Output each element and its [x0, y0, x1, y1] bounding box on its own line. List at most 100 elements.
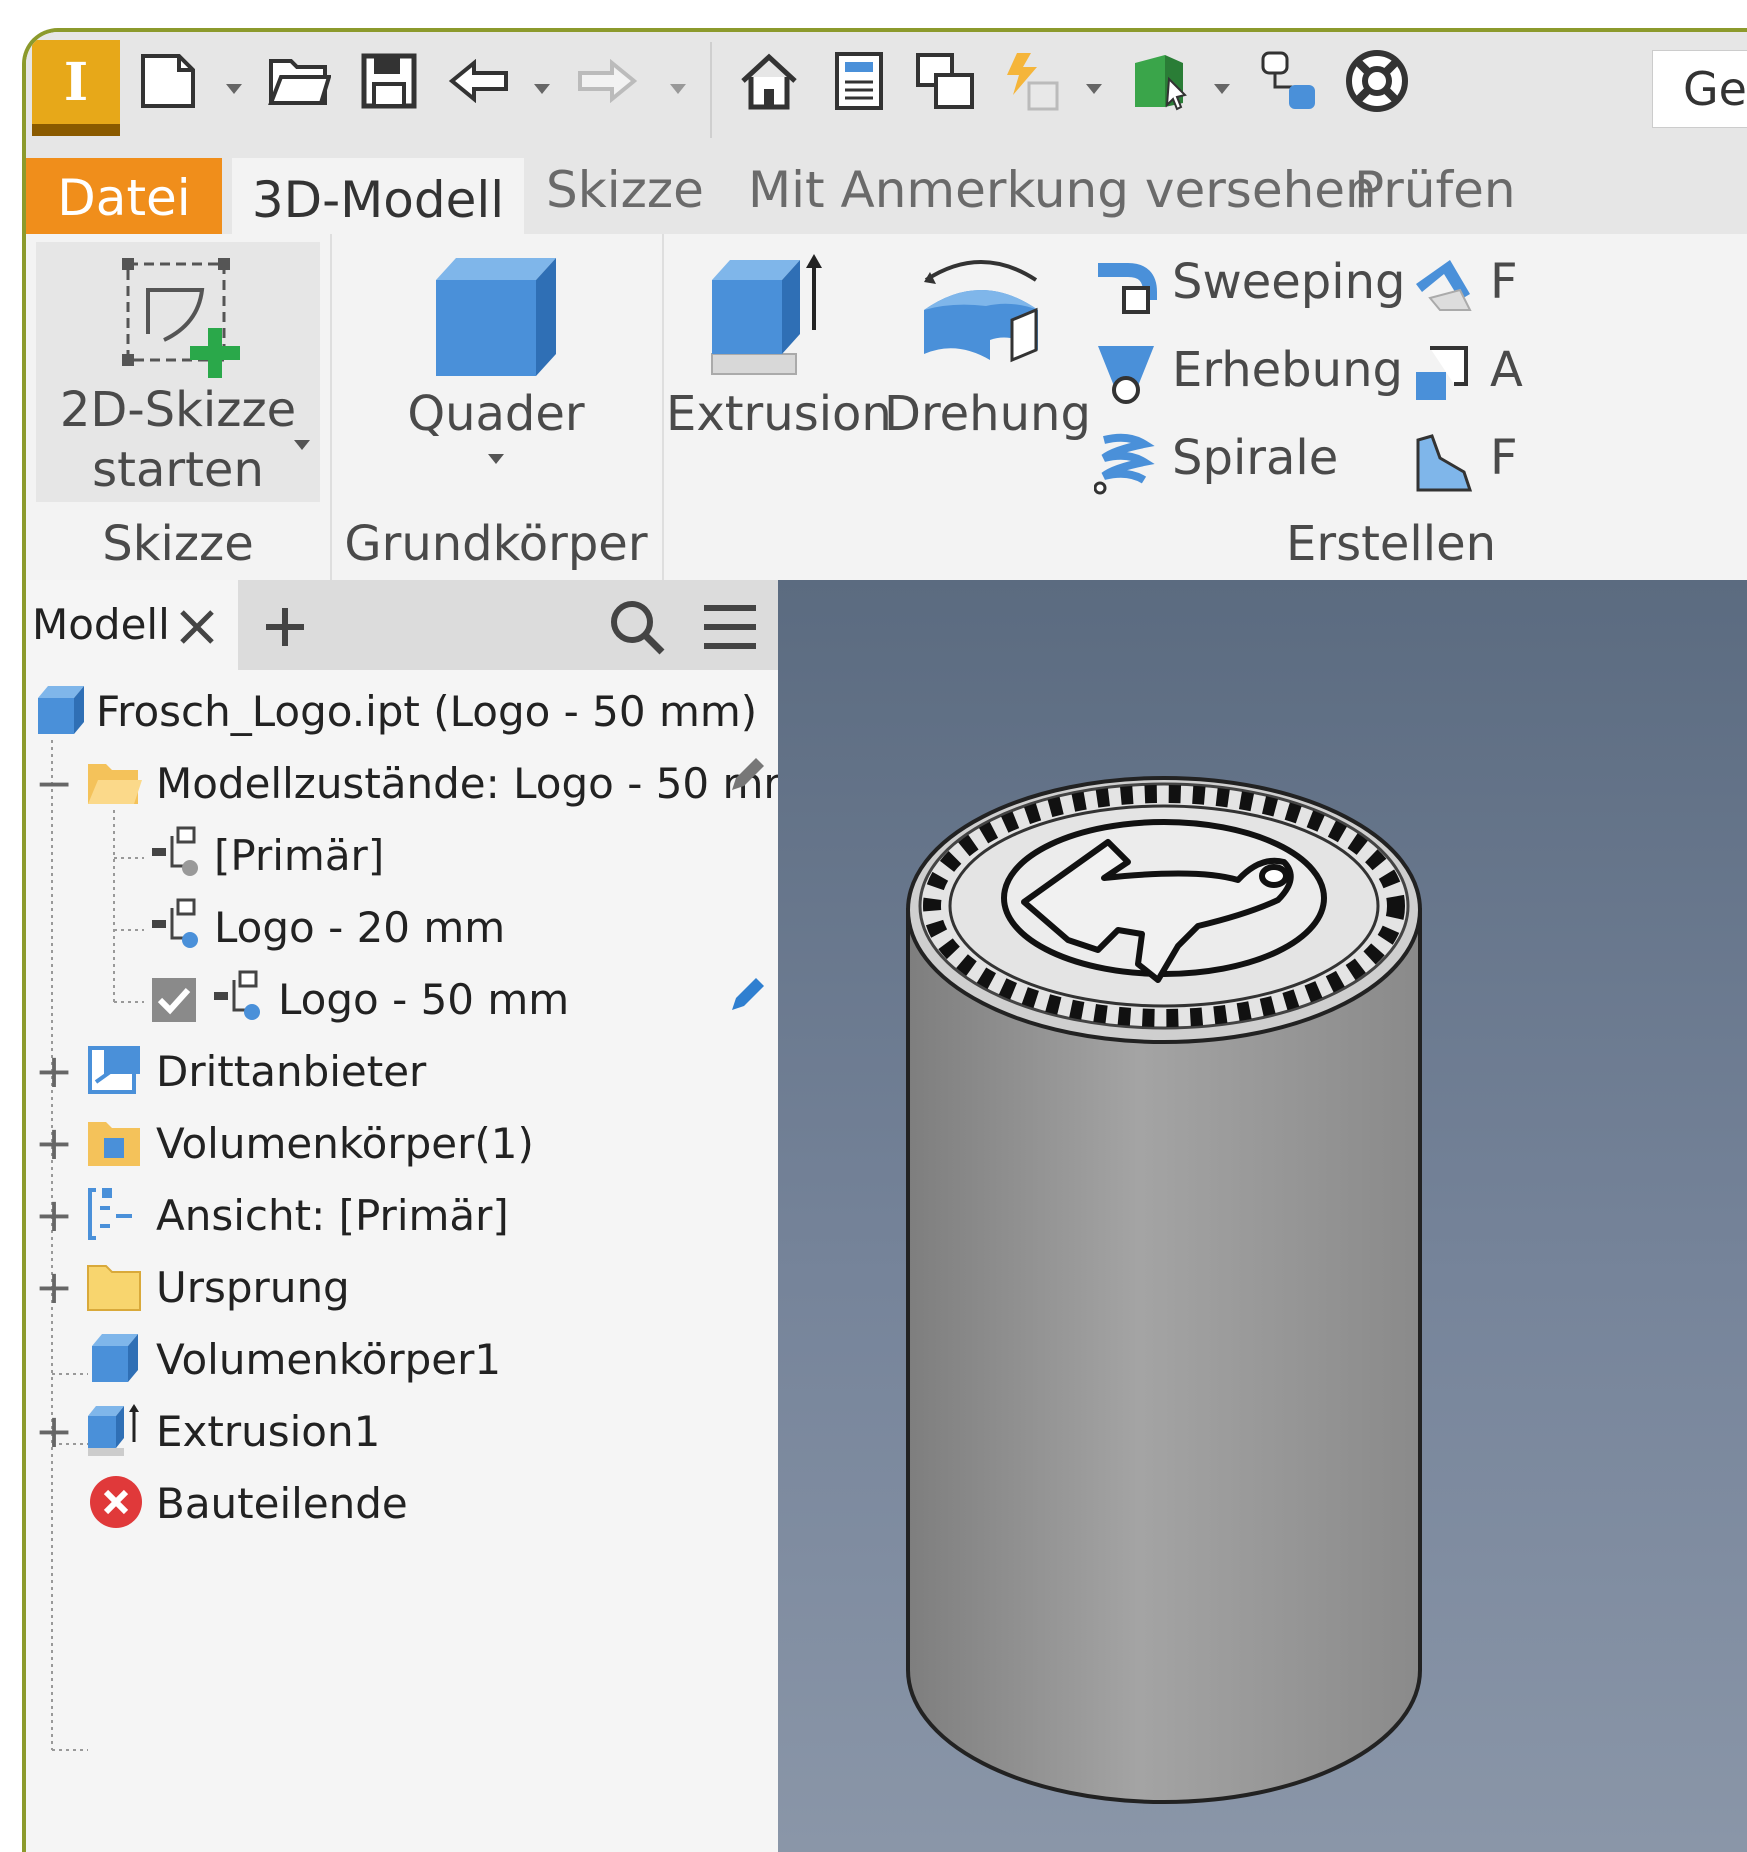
- expand-icon[interactable]: +: [34, 1188, 74, 1242]
- coil-button[interactable]: Spirale: [1090, 424, 1390, 500]
- tree-item-solid-body-1[interactable]: Volumenkörper1: [26, 1324, 778, 1394]
- app-logo-button[interactable]: I: [32, 40, 120, 136]
- sketch-icon: [122, 258, 240, 378]
- new-file-icon[interactable]: [136, 48, 202, 114]
- tab-3d-modell[interactable]: 3D-Modell: [232, 158, 524, 238]
- edit-pencil-icon[interactable]: [726, 756, 766, 796]
- derive-icon: [1416, 346, 1468, 400]
- tab-datei[interactable]: Datei: [26, 158, 222, 234]
- rib-button[interactable]: F: [1410, 248, 1560, 324]
- group-label-erstellen: Erstellen: [1286, 516, 1497, 572]
- tree-item-extrusion-1[interactable]: + Extrusion1: [26, 1396, 778, 1466]
- sweep-label: Sweeping: [1172, 254, 1406, 310]
- tree-item-label: Logo - 50 mm: [278, 974, 570, 1024]
- properties-icon[interactable]: [826, 48, 892, 114]
- view-rep-icon: [88, 1188, 132, 1240]
- revolve-icon: [924, 260, 1038, 363]
- expand-icon[interactable]: +: [34, 1044, 74, 1098]
- tree-item-primary-state[interactable]: [Primär]: [26, 820, 778, 890]
- tree-item-logo-50[interactable]: Logo - 50 mm: [26, 964, 778, 1034]
- tree-item-origin[interactable]: + Ursprung: [26, 1252, 778, 1322]
- start-2d-sketch-label-2: starten: [92, 442, 264, 498]
- tab-skizze[interactable]: Skizze: [546, 146, 704, 234]
- tree-item-label: Volumenkörper1: [156, 1334, 502, 1384]
- stamp-3d-model: [906, 776, 1422, 1804]
- help-icon[interactable]: [1344, 48, 1410, 114]
- model-state-node-icon: [152, 826, 198, 876]
- box-dropdown-icon[interactable]: [486, 452, 506, 466]
- coil-icon: [1094, 433, 1155, 495]
- tab-mit-anmerkung-versehen[interactable]: Mit Anmerkung versehen: [748, 146, 1377, 234]
- model-state-dropdown-icon[interactable]: [1084, 82, 1104, 96]
- extrusion-icon: [711, 254, 822, 375]
- part-icon: [38, 686, 84, 734]
- model-state-node-icon: [152, 898, 198, 948]
- tree-item-label: Frosch_Logo.ipt (Logo - 50 mm): [96, 686, 758, 736]
- new-dropdown-icon[interactable]: [224, 82, 244, 96]
- sweep-button[interactable]: Sweeping: [1090, 248, 1405, 324]
- tab-pruefen[interactable]: Prüfen: [1354, 146, 1516, 234]
- sketch-dropdown-icon[interactable]: [292, 438, 312, 452]
- tree-item-solid-bodies[interactable]: + Volumenkörper(1): [26, 1108, 778, 1178]
- redo-icon[interactable]: [574, 48, 640, 114]
- appearance-icon[interactable]: [1128, 48, 1194, 114]
- patch-label: F: [1490, 430, 1518, 486]
- box-label: Quader: [407, 386, 585, 442]
- solid-body-icon: [92, 1334, 138, 1382]
- third-party-icon: [88, 1046, 140, 1094]
- expand-icon[interactable]: +: [34, 1116, 74, 1170]
- loft-button[interactable]: Erhebung: [1090, 336, 1403, 412]
- end-of-part-icon: [90, 1476, 142, 1528]
- group-label-grundkoerper: Grundkörper: [344, 516, 648, 572]
- undo-icon[interactable]: [446, 48, 512, 114]
- model-browser: Modell Frosch_Logo.ipt (Logo - 50 mm) − …: [26, 580, 805, 1852]
- app-window: I Ge Datei 3D-Modell Skizze Mit Anmerkun…: [22, 28, 1747, 1852]
- patch-button[interactable]: F: [1410, 424, 1560, 500]
- ribbon-tabs: Datei 3D-Modell Skizze Mit Anmerkung ver…: [26, 146, 1747, 238]
- coil-label: Spirale: [1172, 430, 1339, 486]
- collapse-icon[interactable]: −: [34, 756, 74, 810]
- extrusion-feature-icon: [88, 1404, 139, 1456]
- tree-item-label: Ansicht: [Primär]: [156, 1190, 509, 1240]
- tree-item-third-party[interactable]: + Drittanbieter: [26, 1036, 778, 1106]
- undo-dropdown-icon[interactable]: [532, 82, 552, 96]
- tree-item-logo-20[interactable]: Logo - 20 mm: [26, 892, 778, 962]
- revolve-button[interactable]: [886, 242, 1076, 502]
- tree-item-model-states[interactable]: − Modellzustände: Logo - 50 mm: [26, 748, 805, 818]
- redo-dropdown-icon[interactable]: [668, 82, 688, 96]
- windows-icon[interactable]: [912, 48, 978, 114]
- tree-item-end-of-part[interactable]: Bauteilende: [26, 1468, 778, 1538]
- derive-button[interactable]: A: [1410, 336, 1560, 412]
- connect-icon[interactable]: [1254, 48, 1320, 114]
- edit-pencil-active-icon[interactable]: [726, 976, 766, 1016]
- rib-icon: [1416, 260, 1472, 311]
- tree-item-label: [Primär]: [214, 830, 385, 880]
- rib-label: F: [1490, 254, 1518, 310]
- tree-item-root[interactable]: Frosch_Logo.ipt (Logo - 50 mm): [26, 676, 778, 746]
- active-checkbox-icon[interactable]: [150, 976, 198, 1024]
- model-state-icon[interactable]: [998, 48, 1064, 114]
- extrusion-label: Extrusion: [666, 386, 892, 442]
- home-icon[interactable]: [736, 48, 802, 114]
- expand-icon[interactable]: +: [34, 1260, 74, 1314]
- tree-item-view[interactable]: + Ansicht: [Primär]: [26, 1180, 778, 1250]
- box-icon: [436, 258, 556, 376]
- extrusion-button[interactable]: [676, 242, 876, 502]
- revolve-label: Drehung: [884, 386, 1091, 442]
- open-folder-icon[interactable]: [266, 48, 332, 114]
- patch-icon: [1416, 434, 1473, 492]
- ribbon-panel: 2D-Skizze starten Skizze Quader Grundkör…: [26, 234, 1747, 582]
- tree-item-label: Logo - 20 mm: [214, 902, 506, 952]
- derive-label: A: [1490, 342, 1523, 398]
- graphics-viewport[interactable]: [778, 580, 1747, 1852]
- tree-item-label: Bauteilende: [156, 1478, 408, 1528]
- folder-icon: [87, 1265, 141, 1311]
- start-2d-sketch-label-1: 2D-Skizze: [59, 382, 297, 438]
- appearance-dropdown-icon[interactable]: [1212, 82, 1232, 96]
- expand-icon[interactable]: +: [34, 1404, 74, 1458]
- save-icon[interactable]: [356, 48, 422, 114]
- tree-item-label: Drittanbieter: [156, 1046, 427, 1096]
- tree-item-label: Modellzustände: Logo - 50 mm: [156, 758, 805, 808]
- search-field[interactable]: Ge: [1652, 50, 1747, 128]
- quick-access-toolbar: I Ge: [26, 32, 1747, 146]
